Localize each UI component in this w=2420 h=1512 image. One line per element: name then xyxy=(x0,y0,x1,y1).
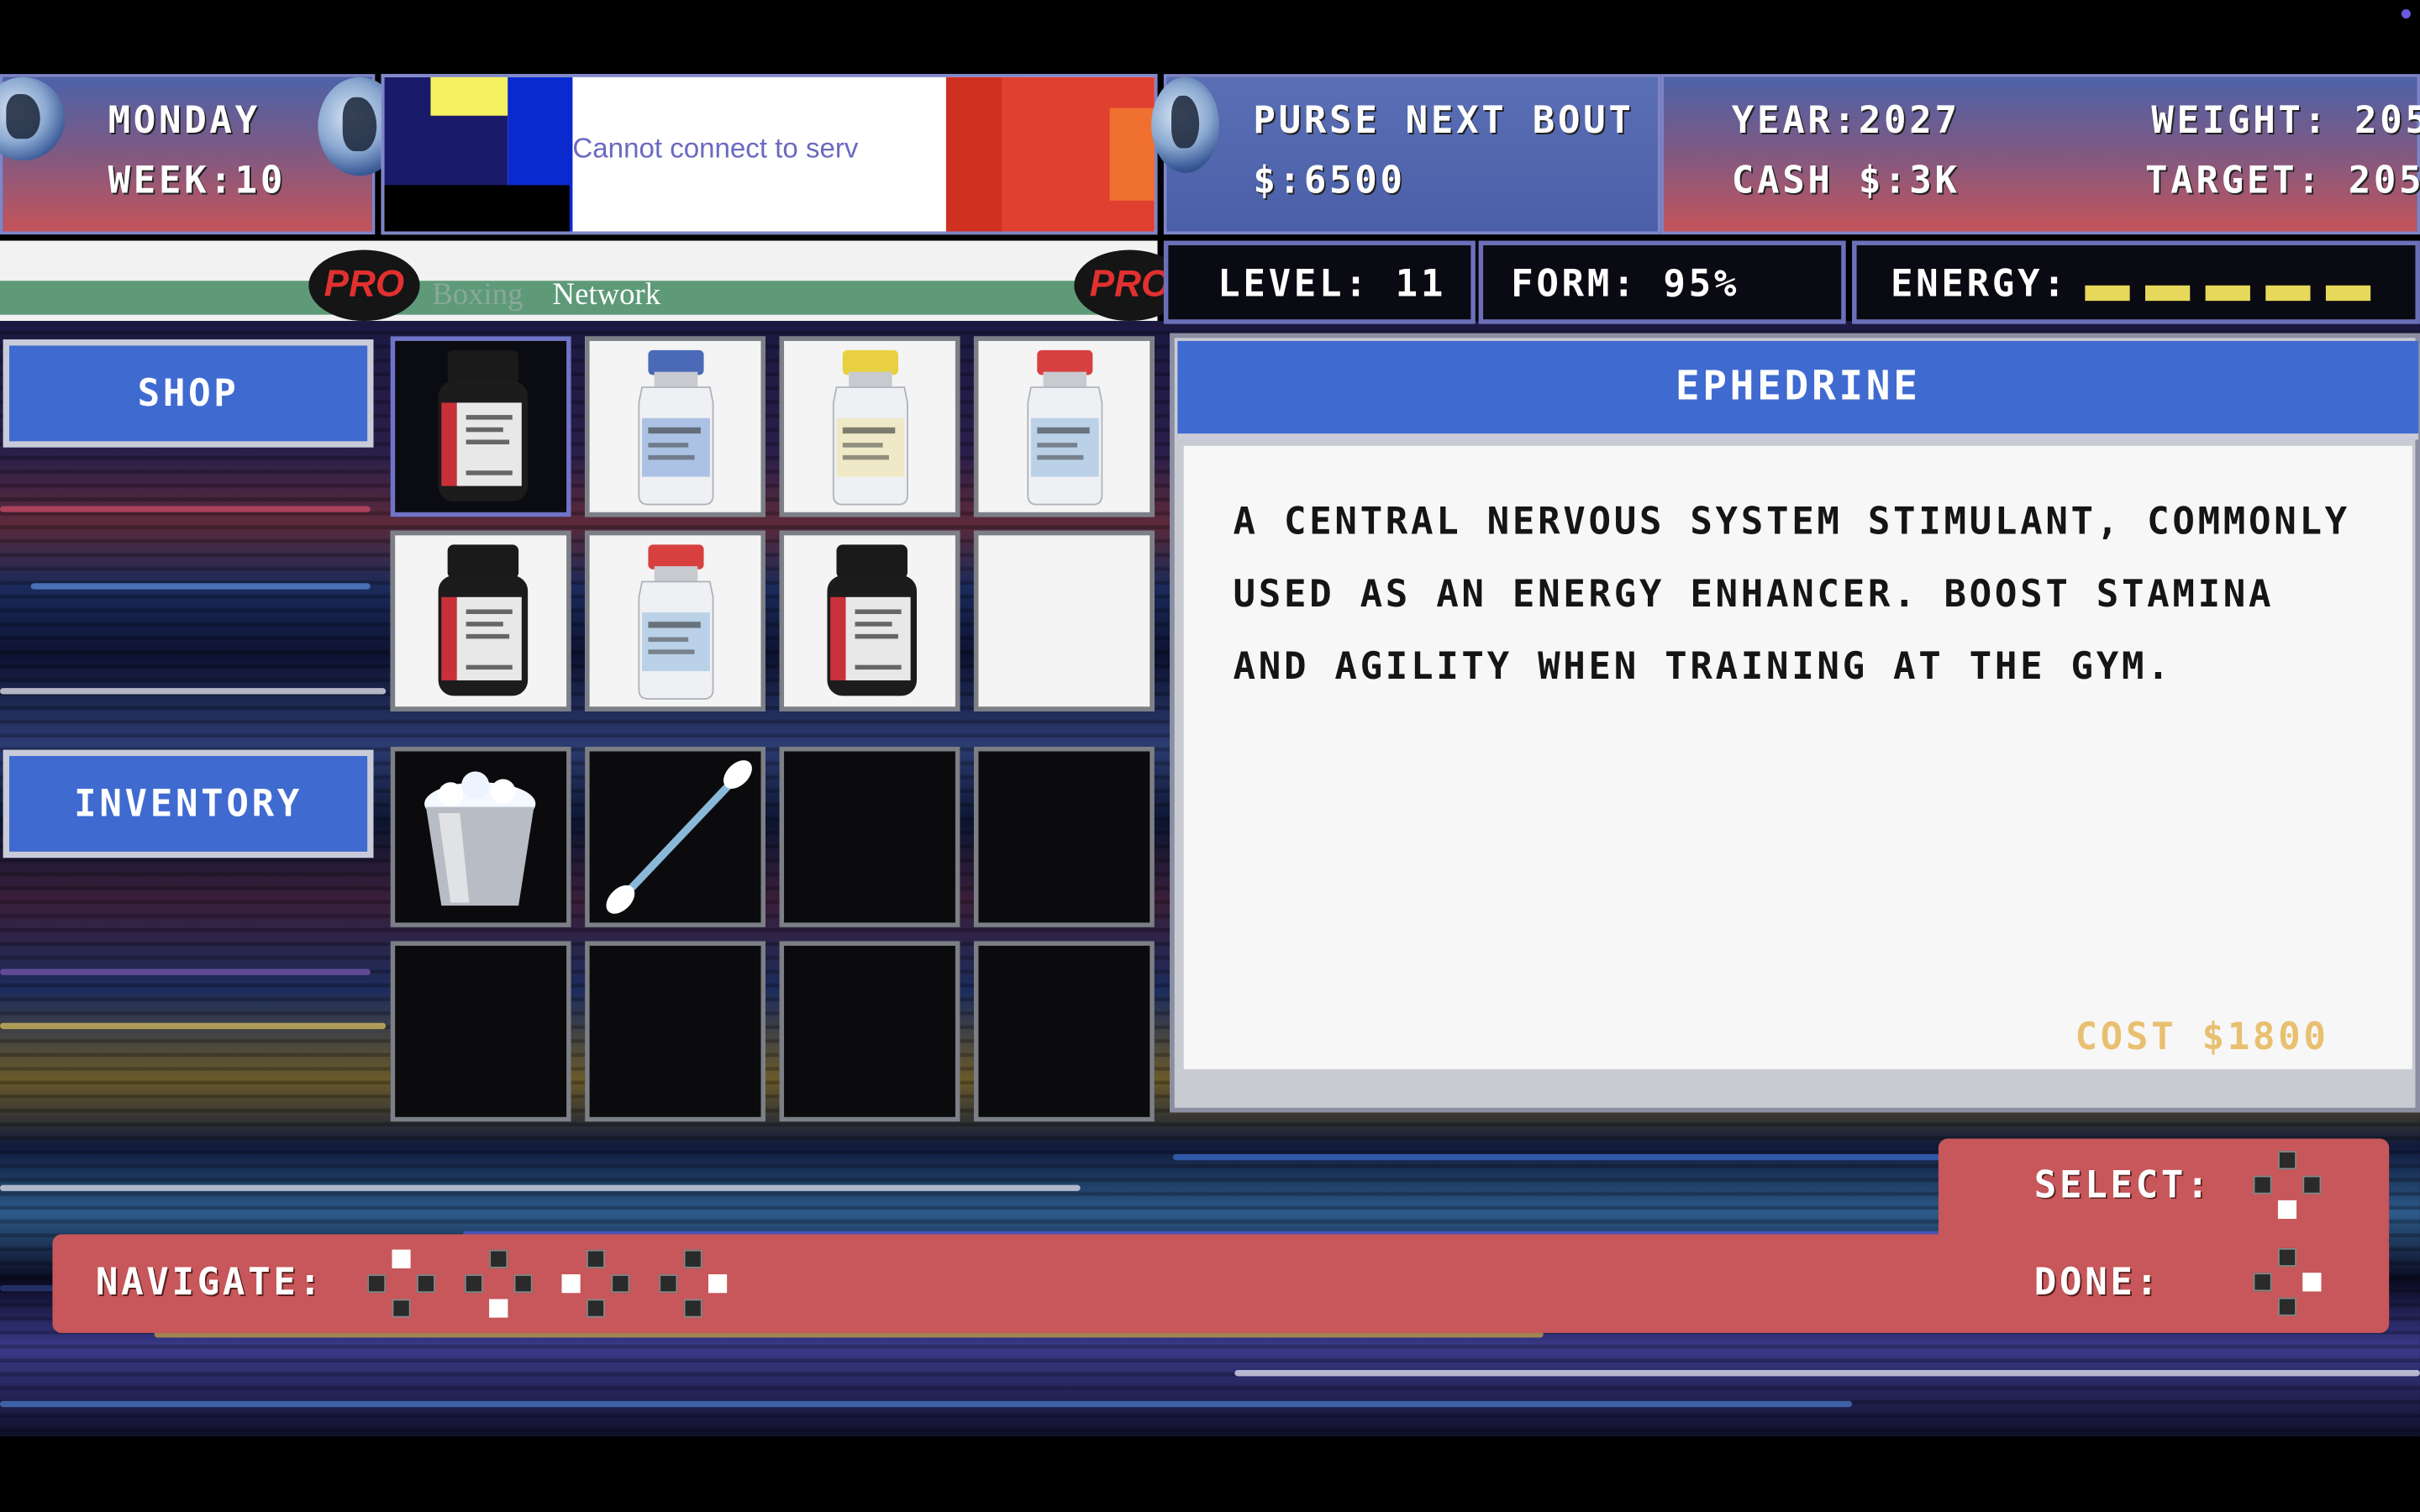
finance-panel: YEAR:2027 CASH $:3K WEIGHT: 205 TARGET: … xyxy=(1660,74,2420,235)
ice-bucket-icon xyxy=(395,751,566,922)
vial-yellow-cap-icon xyxy=(784,341,955,512)
inventory-slot[interactable] xyxy=(585,746,766,927)
energy-pip xyxy=(2085,285,2130,302)
network-name-text: Network xyxy=(552,277,661,312)
item-detail-body: A CENTRAL NERVOUS SYSTEM STIMULANT, COMM… xyxy=(1183,445,2412,1069)
vial-red-cap-icon xyxy=(978,341,1150,512)
inventory-slot[interactable] xyxy=(390,746,571,927)
pill-bottle-icon xyxy=(784,535,955,706)
item-description: A CENTRAL NERVOUS SYSTEM STIMULANT, COMM… xyxy=(1233,500,2350,689)
shop-button[interactable]: SHOP xyxy=(3,339,374,448)
shop-slot[interactable] xyxy=(779,336,960,517)
dpad-down-icon xyxy=(464,1249,533,1318)
network-strip: PRO Boxing Network PRO xyxy=(0,240,1186,322)
ad-banner: Cannot connect to serv xyxy=(381,74,1158,235)
shop-slot[interactable] xyxy=(585,336,766,517)
day-label: MONDAY xyxy=(108,98,260,142)
pro-logo: PRO xyxy=(308,249,420,322)
cash-label: CASH $:3K xyxy=(1731,159,1960,202)
shop-slot[interactable] xyxy=(973,336,1155,517)
pill-bottle-icon xyxy=(395,535,566,706)
pill-bottle-icon xyxy=(395,341,566,512)
inventory-slot[interactable] xyxy=(779,941,960,1122)
done-label: DONE: xyxy=(2033,1260,2161,1305)
year-label: YEAR:2027 xyxy=(1731,98,1960,142)
weight-label: WEIGHT: 205 xyxy=(2151,98,2420,142)
dpad-left-icon xyxy=(561,1249,630,1318)
inventory-slot[interactable] xyxy=(390,941,571,1122)
target-label: TARGET: 205 xyxy=(2145,159,2420,202)
ad-error-text: Cannot connect to serv xyxy=(572,132,859,164)
item-detail-panel: EPHEDRINE A CENTRAL NERVOUS SYSTEM STIMU… xyxy=(1170,333,2420,1113)
inventory-button[interactable]: INVENTORY xyxy=(3,749,374,858)
shop-slot[interactable] xyxy=(779,530,960,711)
energy-pip xyxy=(2265,285,2311,302)
done-button-icon xyxy=(2253,1247,2322,1316)
select-label: SELECT: xyxy=(2033,1163,2212,1207)
dpad-up-icon xyxy=(367,1249,435,1318)
inventory-slot[interactable] xyxy=(585,941,766,1122)
globe-icon xyxy=(1151,76,1219,173)
purse-value: $:6500 xyxy=(1253,159,1406,202)
form-label: FORM: 95% xyxy=(1511,262,1740,306)
globe-icon xyxy=(0,76,66,161)
level-label: LEVEL: 11 xyxy=(1218,262,1447,306)
dpad-right-icon xyxy=(659,1249,728,1318)
inventory-slot[interactable] xyxy=(779,746,960,927)
date-panel: MONDAY WEEK:10 xyxy=(0,74,402,235)
shop-slot[interactable] xyxy=(973,530,1155,711)
inventory-slot[interactable] xyxy=(973,941,1155,1122)
energy-label: ENERGY: xyxy=(1890,262,2069,306)
level-stat: LEVEL: 11 xyxy=(1163,240,1476,324)
shop-slot[interactable] xyxy=(390,530,571,711)
network-boxing-text: Boxing xyxy=(432,277,523,312)
cotton-swab-icon xyxy=(590,751,761,922)
vial-blue-cap-icon xyxy=(590,341,761,512)
week-label: WEEK:10 xyxy=(108,159,287,202)
inventory-slot[interactable] xyxy=(973,746,1155,927)
energy-pip xyxy=(2205,285,2250,302)
energy-stat: ENERGY: xyxy=(1852,240,2420,324)
item-title: EPHEDRINE xyxy=(1177,340,2419,440)
navigate-label: NAVIGATE: xyxy=(95,1260,324,1305)
energy-pip xyxy=(2145,285,2191,302)
shop-slot[interactable] xyxy=(390,336,571,517)
status-dot xyxy=(2401,9,2411,19)
shop-slot[interactable] xyxy=(585,530,766,711)
item-cost: COST $1800 xyxy=(2075,1015,2329,1058)
purse-label: PURSE NEXT BOUT xyxy=(1253,98,1634,142)
energy-pip xyxy=(2325,285,2371,302)
game-screen: MONDAY WEEK:10 Cannot connect to serv PU… xyxy=(0,0,2420,1512)
purse-panel: PURSE NEXT BOUT $:6500 xyxy=(1151,74,1661,235)
select-button-icon xyxy=(2253,1151,2322,1219)
form-stat: FORM: 95% xyxy=(1478,240,1846,324)
vial-red-cap-icon xyxy=(590,535,761,706)
